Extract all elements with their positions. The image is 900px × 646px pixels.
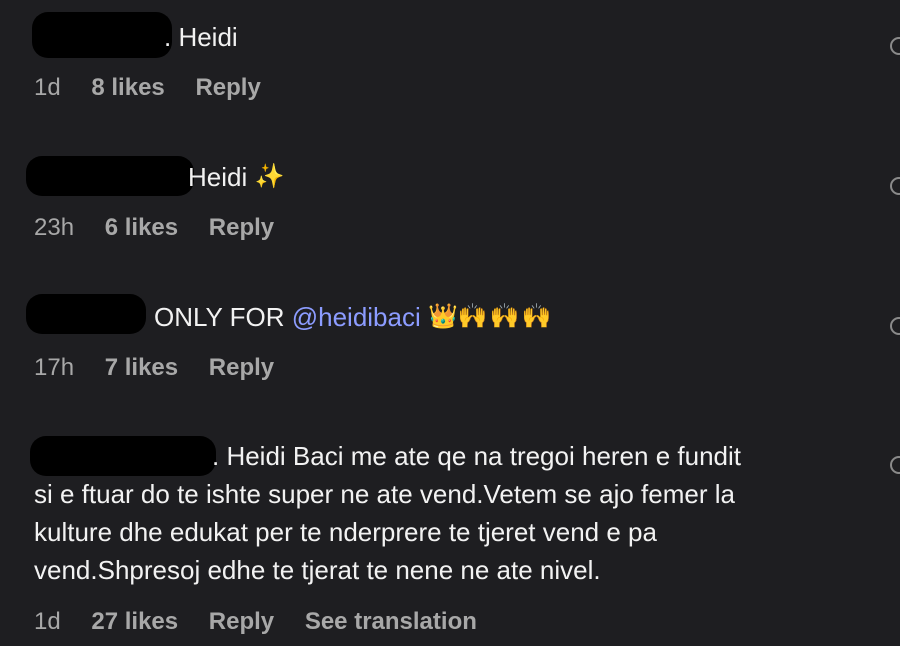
comment-text-line-2: si e ftuar do te ishte super ne ate vend… [34,479,735,509]
likes-count[interactable]: 8 likes [91,74,164,101]
like-heart-icon[interactable] [890,177,900,195]
reply-button[interactable]: Reply [209,214,274,241]
reply-button[interactable]: Reply [195,74,260,101]
like-heart-icon[interactable] [890,37,900,55]
comment-meta: 17h 7 likes Reply [34,354,298,382]
redacted-username [32,12,172,58]
comment-text: . Heidi [164,22,238,52]
see-translation-button[interactable]: See translation [305,608,477,635]
comment-time: 23h [34,214,75,241]
comment-item: . Heidi Baci me ate qe na tregoi heren e… [30,420,900,646]
comment-meta: 23h 6 likes Reply [34,214,298,242]
comment-text: ONLY FOR @heidibaci 👑🙌🙌🙌 [154,297,554,336]
comment-meta: 1d 8 likes Reply [34,74,285,102]
likes-count[interactable]: 7 likes [105,354,178,381]
reply-button[interactable]: Reply [209,608,274,635]
redacted-username [30,436,216,476]
comment-text-line-3: kulture dhe edukat per te nderprere te t… [34,517,657,547]
comment-time: 1d [34,74,61,101]
comment-meta: 1d 27 likes Reply See translation [34,608,501,636]
crown-icon: 👑 [428,302,458,330]
comment-item: Heidi ✨ 23h 6 likes Reply [26,140,900,260]
comment-text-line-1: . Heidi Baci me ate qe na tregoi heren e… [212,441,741,471]
comment-text-body: Heidi [188,162,248,192]
like-heart-icon[interactable] [890,456,900,474]
like-heart-icon[interactable] [890,317,900,335]
comment-item: ONLY FOR @heidibaci 👑🙌🙌🙌 17h 7 likes Rep… [26,280,900,400]
redacted-username [26,294,146,334]
comment-time: 1d [34,608,61,635]
comment-time: 17h [34,354,75,381]
likes-count[interactable]: 27 likes [91,608,178,635]
likes-count[interactable]: 6 likes [105,214,178,241]
mention-link[interactable]: @heidibaci [292,302,421,332]
raising-hands-icon: 🙌🙌🙌 [457,302,554,330]
comment-text: Heidi ✨ [188,157,284,196]
comment-text-line-4: vend.Shpresoj edhe te tjerat te nene ne … [34,555,601,585]
reply-button[interactable]: Reply [209,354,274,381]
comment-item: . Heidi 1d 8 likes Reply [32,0,900,120]
redacted-username [26,156,194,196]
comments-panel: . Heidi 1d 8 likes Reply Heidi ✨ 23h 6 l… [0,0,900,646]
sparkles-icon: ✨ [254,162,285,190]
comment-text-body: ONLY FOR [154,302,292,332]
